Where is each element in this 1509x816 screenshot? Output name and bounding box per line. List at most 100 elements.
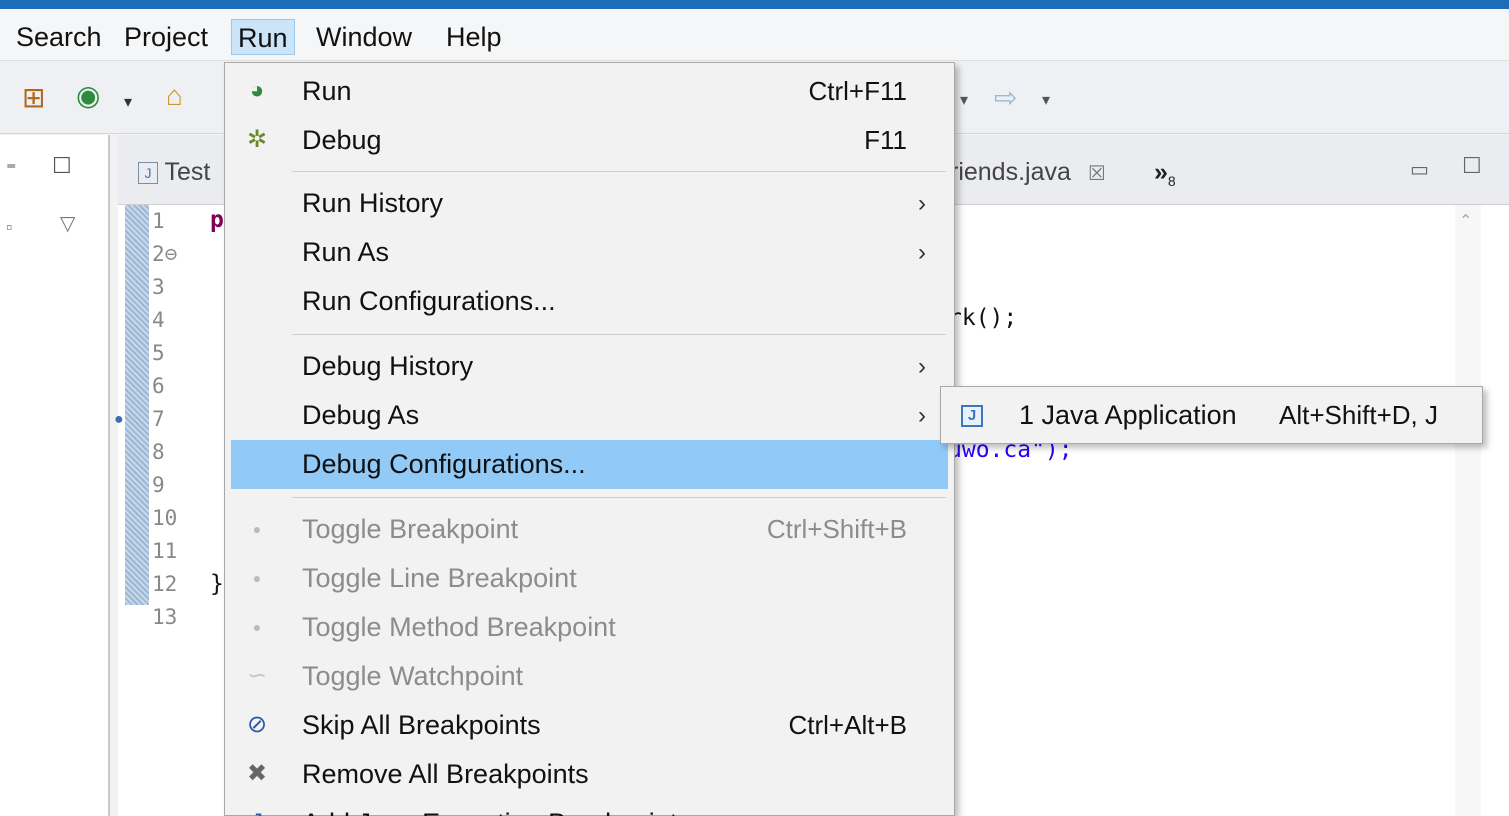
breakpoint-marker-icon[interactable]: ●: [114, 411, 124, 429]
menu-item-toggle-method-breakpoint[interactable]: ● Toggle Method Breakpoint: [231, 603, 948, 652]
debug-as-submenu: J 1 Java Application Alt+Shift+D, J: [940, 386, 1483, 444]
skip-breakpoints-icon: ⊘: [246, 711, 268, 738]
menu-item-label: Debug Configurations...: [302, 449, 586, 479]
menu-item-shortcut: F11: [864, 125, 907, 155]
code-line-4: rk();: [948, 305, 1018, 331]
back-dropdown-icon[interactable]: ▾: [960, 90, 968, 110]
menu-bar: Search Project Run Window Help: [0, 9, 1509, 61]
breakpoint-dot-icon: ●: [252, 570, 262, 586]
menu-item-label: Toggle Line Breakpoint: [302, 563, 577, 593]
package-explorer-panel: ⁼ ☐ ▫ ▽: [0, 135, 110, 816]
line-number: 8: [152, 440, 165, 464]
new-dropdown-icon[interactable]: ▾: [124, 92, 132, 112]
menu-item-label: Debug: [302, 125, 382, 155]
watchpoint-icon: ∽: [246, 662, 268, 689]
open-type-icon[interactable]: ⌂: [166, 82, 183, 110]
forward-dropdown-icon[interactable]: ▾: [1042, 90, 1050, 110]
menu-item-debug-history[interactable]: Debug History ›: [231, 342, 948, 391]
forward-icon[interactable]: ⇨: [994, 84, 1017, 112]
menu-item-label: Toggle Breakpoint: [302, 514, 519, 544]
tab-overflow-button[interactable]: »8: [1154, 149, 1176, 199]
menu-item-shortcut: Ctrl+F11: [808, 76, 908, 106]
scroll-up-icon[interactable]: ⌃: [1459, 211, 1472, 231]
menu-item-toggle-line-breakpoint[interactable]: ● Toggle Line Breakpoint: [231, 554, 948, 603]
menu-item-label: Run: [302, 76, 352, 106]
menu-project[interactable]: Project: [118, 19, 214, 55]
line-number: 10: [152, 506, 178, 530]
menu-item-run-history[interactable]: Run History ›: [231, 179, 948, 228]
run-menu-dropdown: ◕ Run Ctrl+F11 ✲ Debug F11 Run History ›…: [224, 62, 955, 816]
overflow-chevron-icon: »: [1154, 158, 1168, 186]
breakpoint-dot-icon: ●: [252, 521, 262, 537]
run-icon: ◕: [249, 77, 265, 104]
editor-minimize-icon[interactable]: ▭: [1410, 157, 1429, 182]
submenu-arrow-icon: ›: [918, 239, 926, 266]
menu-item-label: Toggle Method Breakpoint: [302, 612, 616, 642]
menu-item-shortcut: Ctrl+Shift+B: [766, 514, 907, 544]
remove-breakpoints-icon: ✖: [246, 760, 268, 787]
menu-item-toggle-breakpoint[interactable]: ● Toggle Breakpoint Ctrl+Shift+B: [231, 505, 948, 554]
line-number: 4: [152, 308, 165, 332]
menu-item-label: Debug History: [302, 351, 474, 381]
editor-scrollbar[interactable]: ⌃: [1455, 205, 1481, 816]
menu-item-label: Debug As: [302, 400, 420, 430]
menu-item-remove-all-breakpoints[interactable]: ✖ Remove All Breakpoints: [231, 750, 948, 799]
submenu-arrow-icon: ›: [918, 190, 926, 217]
menu-item-label: Add Java Exception Breakpoint...: [302, 799, 700, 816]
menu-item-label: Run History: [302, 188, 444, 218]
menu-item-label: Remove All Breakpoints: [302, 759, 589, 789]
minimize-icon[interactable]: ⁼: [6, 157, 17, 182]
tab-test[interactable]: J Test: [138, 149, 210, 199]
submenu-item-java-application[interactable]: J 1 Java Application Alt+Shift+D, J: [945, 391, 1478, 439]
new-class-icon[interactable]: ◉: [76, 82, 100, 110]
new-package-icon[interactable]: ⊞: [22, 84, 45, 112]
menu-search[interactable]: Search: [10, 19, 108, 55]
debug-icon: ✲: [246, 126, 268, 153]
line-number: 5: [152, 341, 165, 365]
close-tab-icon[interactable]: ☒: [1088, 163, 1106, 185]
change-ruler: [125, 205, 149, 605]
view-menu-chevron-icon[interactable]: ▽: [60, 211, 75, 236]
menu-run[interactable]: Run: [231, 19, 295, 55]
menu-item-run-configurations[interactable]: Run Configurations...: [231, 277, 948, 326]
tab-test-label: Test: [164, 158, 211, 186]
menu-separator: [292, 334, 946, 335]
line-number: 12: [152, 572, 178, 596]
view-menu-icon[interactable]: ▫: [6, 217, 12, 238]
line-number: 1: [152, 209, 165, 233]
menu-separator: [292, 497, 946, 498]
menu-item-label: Run As: [302, 237, 390, 267]
menu-item-run-as[interactable]: Run As ›: [231, 228, 948, 277]
submenu-item-label: 1 Java Application: [1019, 400, 1237, 430]
submenu-arrow-icon: ›: [918, 402, 926, 429]
line-number: 11: [152, 539, 178, 563]
line-number: 13: [152, 605, 178, 629]
menu-help[interactable]: Help: [440, 19, 508, 55]
menu-item-add-java-exception-breakpoint[interactable]: J Add Java Exception Breakpoint...: [231, 799, 948, 816]
menu-item-toggle-watchpoint[interactable]: ∽ Toggle Watchpoint: [231, 652, 948, 701]
menu-item-skip-all-breakpoints[interactable]: ⊘ Skip All Breakpoints Ctrl+Alt+B: [231, 701, 948, 750]
exception-breakpoint-icon: J: [241, 807, 273, 816]
tab-friends-java[interactable]: riends.java ☒: [950, 149, 1106, 199]
tab-friends-label: riends.java: [950, 158, 1071, 186]
submenu-arrow-icon: ›: [918, 353, 926, 380]
menu-separator: [292, 171, 946, 172]
overflow-count: 8: [1167, 173, 1176, 189]
breakpoint-dot-icon: ●: [252, 619, 262, 635]
line-number: 3: [152, 275, 165, 299]
java-file-icon: J: [138, 162, 158, 185]
maximize-icon[interactable]: ☐: [52, 153, 72, 179]
menu-window[interactable]: Window: [310, 19, 418, 55]
line-number: 6: [152, 374, 165, 398]
line-number: 7: [152, 407, 165, 431]
code-line-1: p: [210, 207, 224, 233]
window-title-strip: [0, 0, 1509, 9]
editor-maximize-icon[interactable]: ☐: [1462, 153, 1482, 179]
code-line-12: }: [210, 571, 224, 597]
menu-item-run[interactable]: ◕ Run Ctrl+F11: [231, 67, 948, 116]
line-number: 9: [152, 473, 165, 497]
menu-item-debug[interactable]: ✲ Debug F11: [231, 116, 948, 165]
menu-item-label: Skip All Breakpoints: [302, 710, 541, 740]
menu-item-debug-configurations[interactable]: Debug Configurations...: [231, 440, 948, 489]
menu-item-debug-as[interactable]: Debug As ›: [231, 391, 948, 440]
